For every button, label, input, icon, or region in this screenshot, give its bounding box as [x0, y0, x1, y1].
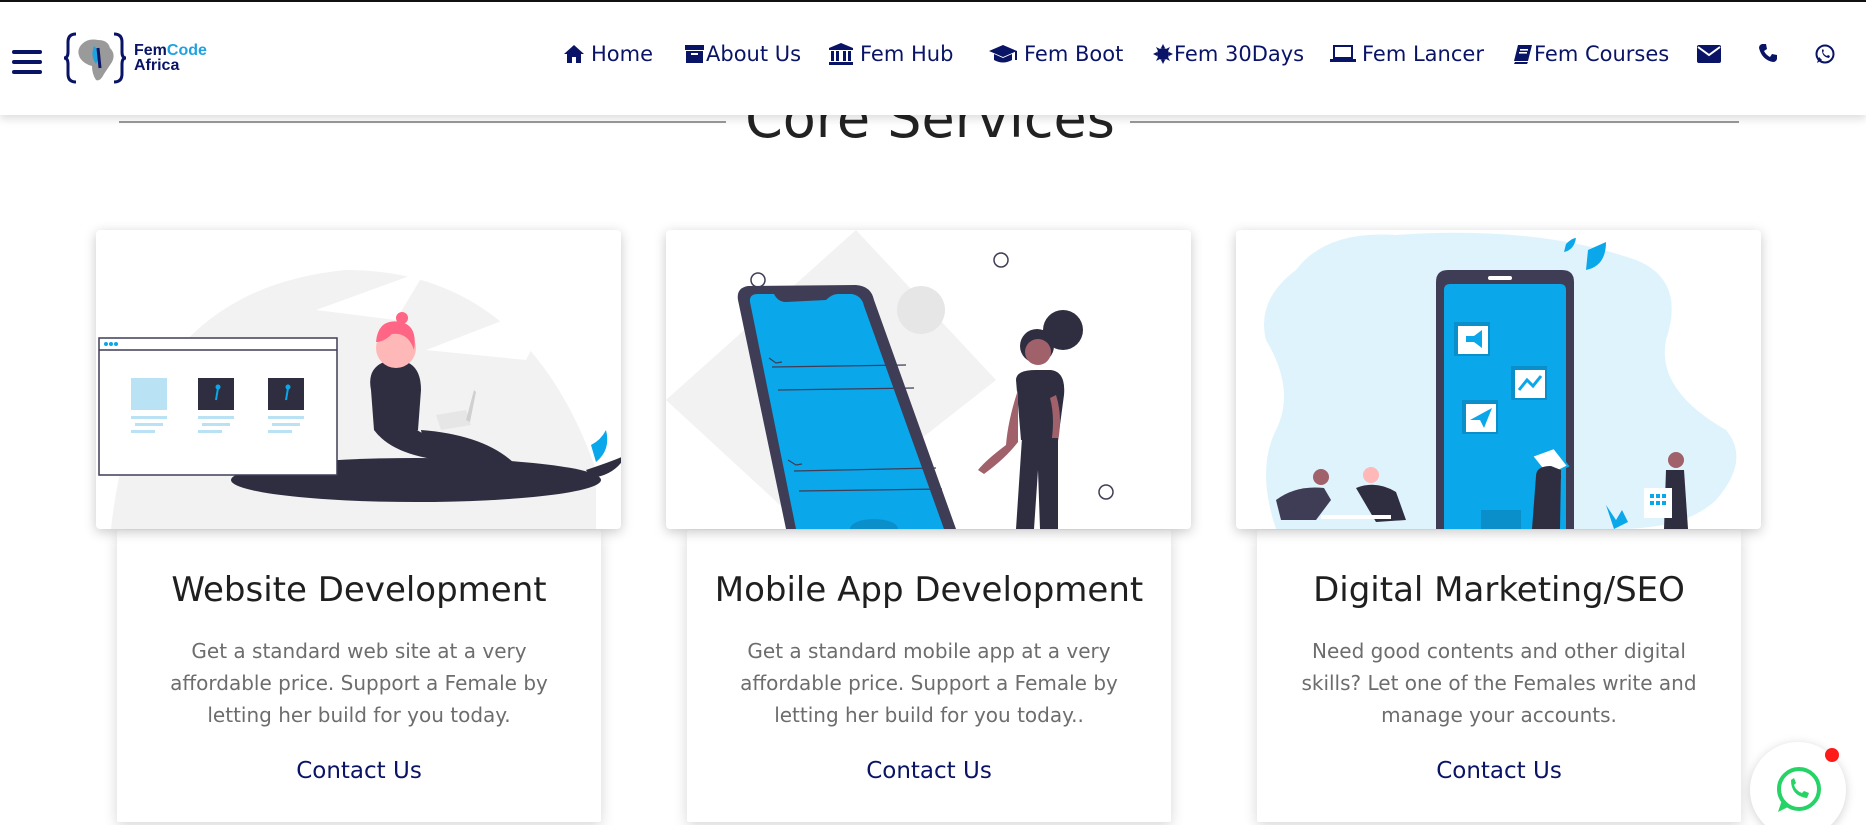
nav-fem-lancer[interactable]: Fem Lancer	[1330, 38, 1484, 70]
hamburger-menu-icon[interactable]	[12, 50, 42, 74]
graduation-cap-icon	[989, 45, 1017, 63]
card-description: Get a standard web site at a very afford…	[170, 639, 548, 727]
title-divider-right	[1130, 121, 1739, 123]
title-divider-left	[119, 121, 726, 123]
card-title: Mobile App Development	[714, 570, 1144, 610]
digital-marketing-illustration	[1236, 230, 1761, 529]
book-icon	[1514, 45, 1532, 64]
notification-dot	[1825, 748, 1839, 762]
nav-fem-lancer-label: Fem Lancer	[1362, 42, 1484, 66]
card-description: Need good contents and other digital ski…	[1301, 639, 1697, 727]
nav-fem-boot-label: Fem Boot	[1024, 42, 1124, 66]
nav-email[interactable]	[1697, 45, 1721, 67]
envelope-icon	[1697, 45, 1721, 63]
contact-us-link[interactable]: Contact Us	[117, 758, 601, 784]
logo-africa: Africa	[134, 57, 180, 74]
nav-fem-hub-label: Fem Hub	[860, 42, 954, 66]
service-card-mobile: Mobile App Development Get a standard mo…	[687, 530, 1171, 822]
card-description: Get a standard mobile app at a very affo…	[740, 639, 1118, 727]
sun-burst-icon	[1153, 44, 1173, 64]
nav-fem-hub[interactable]: Fem Hub	[828, 38, 953, 70]
top-border	[0, 0, 1866, 2]
nav-fem-courses-label: Fem Courses	[1534, 42, 1670, 66]
nav-fem-30days[interactable]: Fem 30Days	[1153, 38, 1304, 70]
nav-about[interactable]: About Us	[684, 38, 801, 70]
laptop-icon	[1330, 45, 1356, 62]
whatsapp-icon	[1815, 44, 1835, 64]
contact-us-link[interactable]: Contact Us	[1257, 758, 1741, 784]
nav-fem-boot[interactable]: Fem Boot	[988, 38, 1123, 70]
site-header: FemCode Africa Home About Us Fem Hub Fem…	[0, 0, 1866, 115]
contact-us-link[interactable]: Contact Us	[687, 758, 1171, 784]
nav-about-label: About Us	[706, 42, 802, 66]
card-title: Website Development	[171, 570, 547, 610]
bank-icon	[829, 43, 853, 65]
web-development-illustration	[96, 230, 621, 529]
nav-fem-courses[interactable]: Fem Courses	[1513, 38, 1669, 70]
logo-wordmark[interactable]: FemCode Africa	[134, 43, 207, 74]
card-title: Digital Marketing/SEO	[1313, 570, 1685, 610]
nav-phone[interactable]	[1758, 43, 1778, 67]
phone-icon	[1759, 44, 1777, 62]
nav-home[interactable]: Home	[563, 38, 653, 70]
service-card-marketing: Digital Marketing/SEO Need good contents…	[1257, 530, 1741, 822]
nav-home-label: Home	[591, 42, 654, 66]
archive-icon	[685, 45, 704, 63]
service-card-web: Website Development Get a standard web s…	[117, 530, 601, 822]
mobile-app-illustration	[666, 230, 1191, 529]
nav-whatsapp[interactable]	[1814, 43, 1836, 69]
home-icon	[564, 45, 584, 63]
nav-fem-30days-label: Fem 30Days	[1174, 42, 1305, 66]
